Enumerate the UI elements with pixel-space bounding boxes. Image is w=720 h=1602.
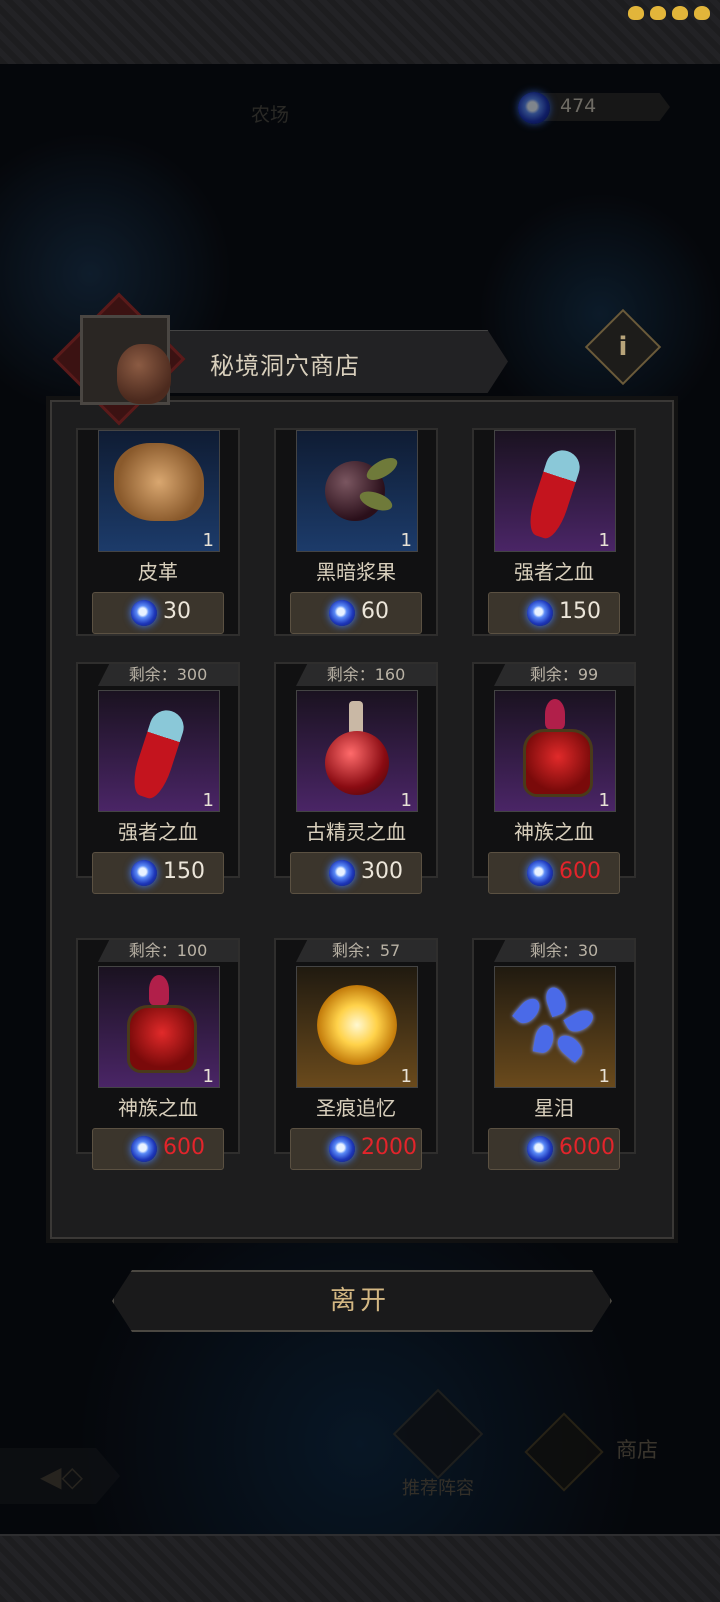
item-price: 30 — [163, 599, 191, 624]
buy-button[interactable]: 2000 — [290, 1128, 422, 1170]
buy-button[interactable]: 6000 — [488, 1128, 620, 1170]
buy-button[interactable]: 150 — [92, 852, 224, 894]
item-name: 圣痕追忆 — [316, 1096, 396, 1120]
portal-orb-icon — [527, 600, 553, 626]
item-name: 神族之血 — [118, 1096, 198, 1120]
portal-orb-icon — [329, 860, 355, 886]
elf-blood-flask-icon: 1 — [296, 690, 418, 812]
remaining-stock: 剩余：160 — [296, 664, 436, 686]
shop-item-card[interactable]: 剩余：100 1 神族之血 600 — [76, 938, 240, 1170]
portal-orb-icon — [329, 1136, 355, 1162]
item-name: 星泪 — [534, 1096, 574, 1120]
status-icons — [628, 6, 710, 20]
buy-button[interactable]: 60 — [290, 592, 422, 634]
item-quantity: 1 — [598, 1066, 610, 1087]
blood-vial-icon: 1 — [494, 430, 616, 552]
item-price: 60 — [361, 599, 389, 624]
shop-item-card[interactable]: 1 皮革 30 — [76, 428, 240, 636]
item-name: 古精灵之血 — [306, 820, 406, 844]
portal-orb-icon — [527, 860, 553, 886]
merchant-bag-icon — [117, 344, 171, 404]
item-price: 150 — [163, 859, 205, 884]
shop-item-card[interactable]: 剩余：30 1 星泪 6000 — [472, 938, 636, 1170]
buy-button[interactable]: 600 — [488, 852, 620, 894]
portal-orb-icon — [527, 1136, 553, 1162]
item-name: 神族之血 — [514, 820, 594, 844]
item-name: 黑暗浆果 — [316, 560, 396, 584]
item-name: 强者之血 — [514, 560, 594, 584]
buy-button[interactable]: 600 — [92, 1128, 224, 1170]
bottom-band — [0, 1534, 720, 1602]
divine-blood-icon: 1 — [98, 966, 220, 1088]
remaining-stock: 剩余：57 — [296, 940, 436, 962]
duck-icon — [628, 6, 644, 20]
top-status-band — [0, 0, 720, 66]
shop-item-card[interactable]: 剩余：57 1 圣痕追忆 2000 — [274, 938, 438, 1170]
item-quantity: 1 — [202, 790, 214, 811]
duck-icon — [650, 6, 666, 20]
portal-orb-icon — [131, 1136, 157, 1162]
shopkeeper-avatar — [80, 315, 171, 405]
duck-icon — [672, 6, 688, 20]
shop-title: 秘境洞穴商店 — [210, 352, 360, 380]
item-price: 6000 — [559, 1135, 615, 1160]
item-name: 皮革 — [138, 560, 178, 584]
shop-header: 秘境洞穴商店 — [52, 292, 670, 426]
info-icon: i — [618, 332, 628, 362]
shop-item-card[interactable]: 1 强者之血 150 — [472, 428, 636, 636]
item-quantity: 1 — [400, 1066, 412, 1087]
item-quantity: 1 — [400, 530, 412, 551]
item-quantity: 1 — [202, 1066, 214, 1087]
buy-button[interactable]: 150 — [488, 592, 620, 634]
portal-orb-icon — [131, 860, 157, 886]
shop-item-card[interactable]: 剩余：160 1 古精灵之血 300 — [274, 662, 438, 894]
dark-berry-icon: 1 — [296, 430, 418, 552]
star-tear-icon: 1 — [494, 966, 616, 1088]
shop-item-card[interactable]: 剩余：99 1 神族之血 600 — [472, 662, 636, 894]
remaining-stock: 剩余：300 — [98, 664, 238, 686]
item-price: 150 — [559, 599, 601, 624]
item-price: 600 — [163, 1135, 205, 1160]
portal-orb-icon — [329, 600, 355, 626]
item-quantity: 1 — [598, 790, 610, 811]
item-price: 300 — [361, 859, 403, 884]
remaining-stock: 剩余：100 — [98, 940, 238, 962]
divine-blood-icon: 1 — [494, 690, 616, 812]
stigmata-memory-icon: 1 — [296, 966, 418, 1088]
shop-item-card[interactable]: 1 黑暗浆果 60 — [274, 428, 438, 636]
blood-vial-icon: 1 — [98, 690, 220, 812]
leather-icon: 1 — [98, 430, 220, 552]
portal-orb-icon — [131, 600, 157, 626]
remaining-stock: 剩余：99 — [494, 664, 634, 686]
leave-button-label: 离开 — [329, 1286, 390, 1316]
item-quantity: 1 — [202, 530, 214, 551]
item-name: 强者之血 — [118, 820, 198, 844]
buy-button[interactable]: 30 — [92, 592, 224, 634]
item-quantity: 1 — [400, 790, 412, 811]
remaining-stock: 剩余：30 — [494, 940, 634, 962]
item-price: 2000 — [361, 1135, 417, 1160]
buy-button[interactable]: 300 — [290, 852, 422, 894]
shop-item-card[interactable]: 剩余：300 1 强者之血 150 — [76, 662, 240, 894]
item-quantity: 1 — [598, 530, 610, 551]
shopkeeper-emblem — [52, 292, 186, 426]
item-price: 600 — [559, 859, 601, 884]
duck-icon — [694, 6, 710, 20]
